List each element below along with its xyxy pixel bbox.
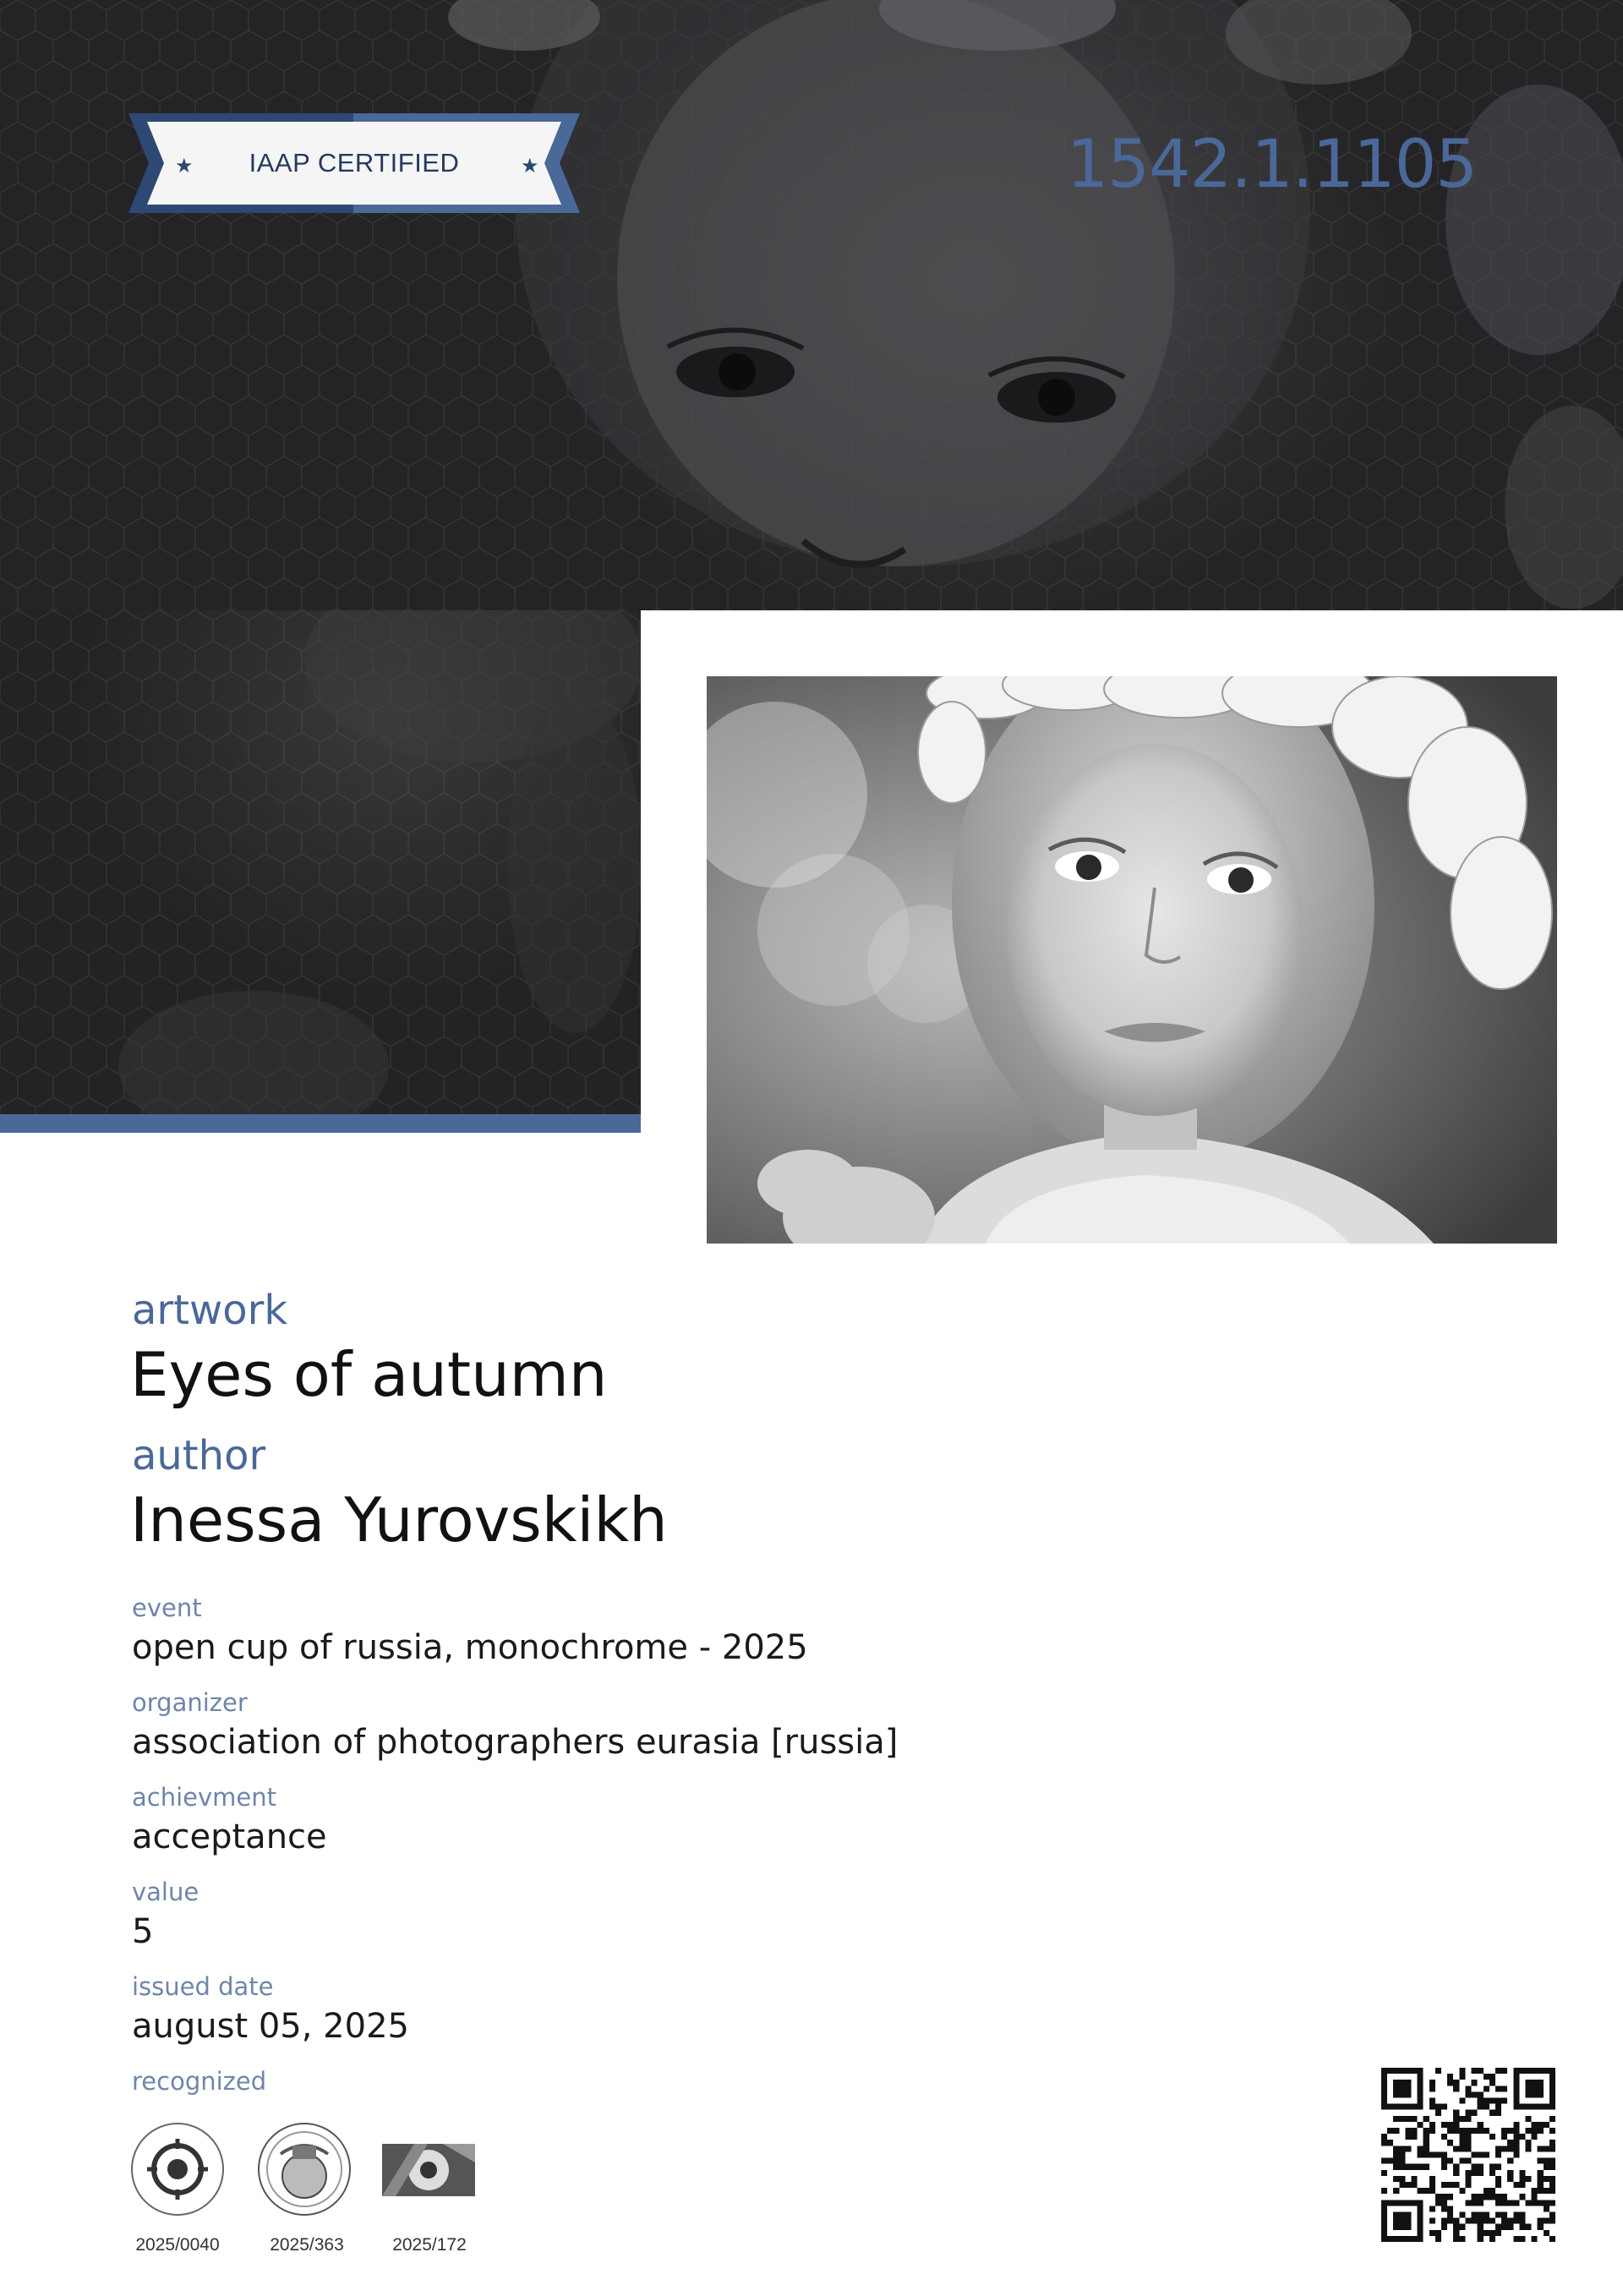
hero-background-lower	[0, 610, 641, 1114]
fiap-logo	[255, 2120, 353, 2218]
artwork-title: Eyes of autumn	[130, 1339, 608, 1410]
achievement-value: acceptance	[132, 1818, 327, 1856]
organizer-label: organizer	[132, 1688, 248, 1717]
value-value: 5	[132, 1912, 154, 1951]
achievement-label: achievment	[132, 1783, 276, 1812]
recognized-label: recognized	[132, 2067, 267, 2096]
portrait-photo	[707, 676, 1557, 1244]
author-name: Inessa Yurovskikh	[130, 1484, 668, 1555]
hero-background	[0, 0, 1623, 610]
certificate-number: 1542.1.1105	[1066, 127, 1478, 203]
logo-code: 2025/0040	[135, 2235, 220, 2255]
badge-label: IAAP CERTIFIED	[249, 148, 460, 178]
issued-date-label: issued date	[132, 1972, 274, 2001]
logo-code: 2025/172	[392, 2235, 467, 2255]
iaap-logo	[380, 2120, 478, 2218]
event-label: event	[132, 1594, 202, 1622]
accent-bar	[0, 1114, 641, 1133]
value-label: value	[132, 1878, 199, 1906]
artwork-label: artwork	[132, 1287, 288, 1334]
qr-code[interactable]	[1381, 2068, 1555, 2242]
logo-code: 2025/363	[270, 2235, 344, 2255]
certified-ribbon: ★ ★ IAAP CERTIFIED	[128, 113, 580, 213]
hero-portrait-image	[448, 0, 1623, 609]
organizer-value: association of photographers eurasia [ru…	[132, 1723, 899, 1762]
event-value: open cup of russia, monochrome - 2025	[132, 1628, 808, 1667]
artwork-photo	[707, 676, 1557, 1244]
author-label: author	[132, 1432, 266, 1479]
issued-date-value: august 05, 2025	[132, 2007, 409, 2046]
hero-portrait-lower	[118, 610, 641, 1114]
eurasia-association-logo	[128, 2120, 227, 2218]
